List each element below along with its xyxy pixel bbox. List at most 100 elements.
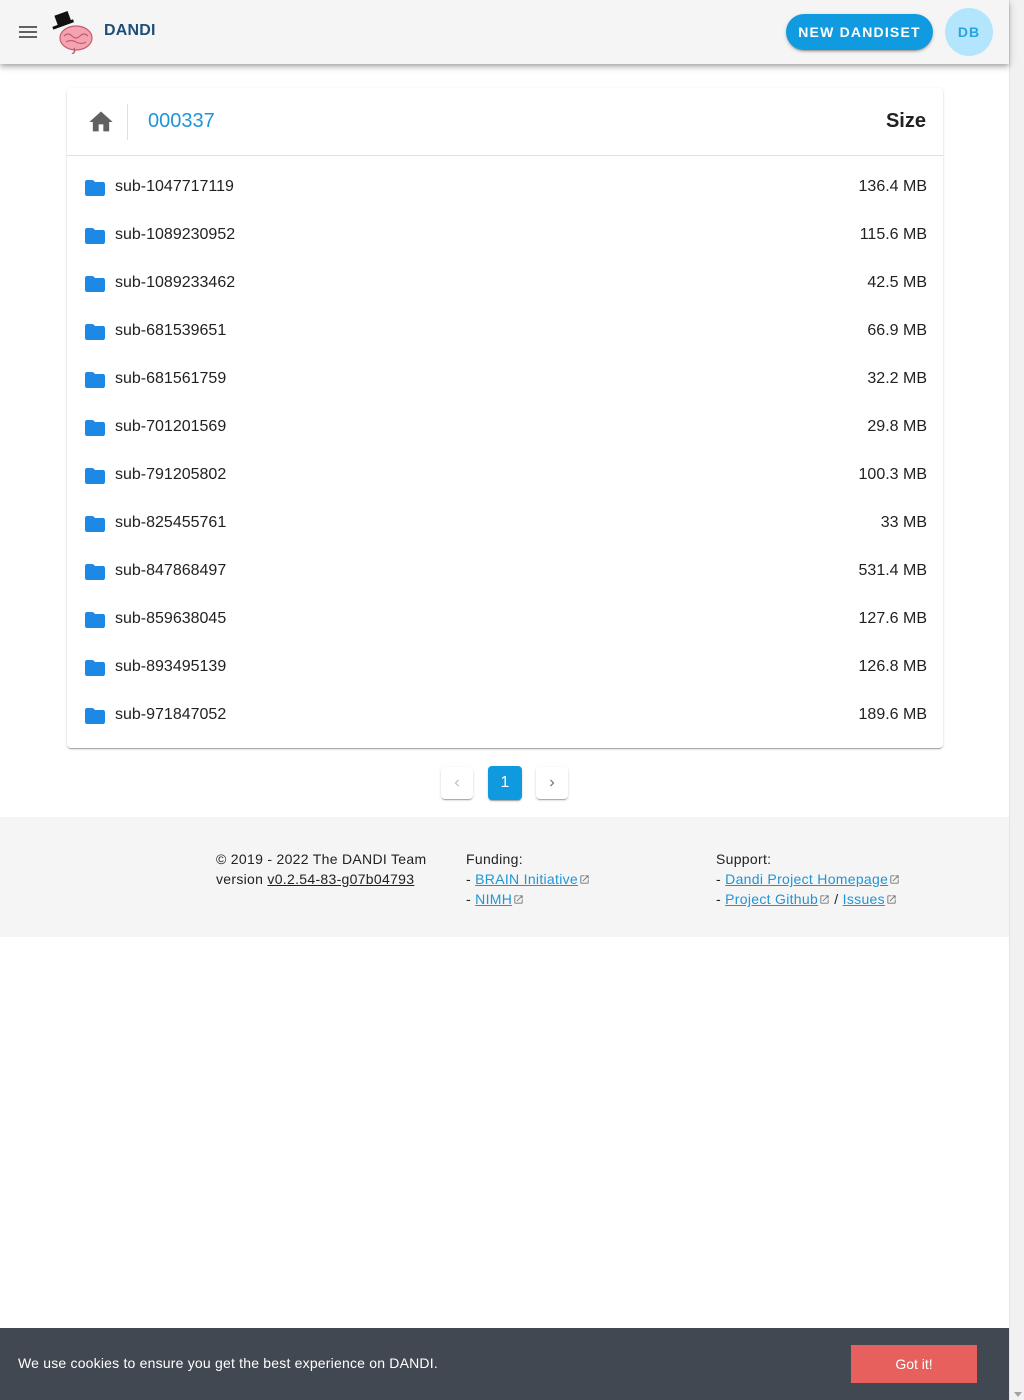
folder-row[interactable]: sub-701201569 29.8 MB [67,404,943,452]
folder-icon [85,708,105,724]
footer-funding-column: Funding: - BRAIN Initiative - NIMH [466,849,590,909]
home-icon[interactable] [87,108,115,136]
folder-icon [85,228,105,244]
folder-icon [85,276,105,292]
folder-icon [85,372,105,388]
folder-name: sub-681561759 [115,370,227,387]
footer: © 2019 - 2022 The DANDI Team version v0.… [0,817,1009,937]
next-page-button[interactable] [536,767,568,799]
header-divider [127,104,128,140]
folder-icon [85,564,105,580]
folder-size: 32.2 MB [867,370,927,387]
chevron-right-icon [550,779,555,787]
issues-link[interactable]: Issues [843,891,885,907]
folder-row[interactable]: sub-1089230952 115.6 MB [67,212,943,260]
folder-size: 29.8 MB [867,418,927,435]
list-dash: - [716,871,726,887]
version-line: version v0.2.54-83-g07b04793 [216,869,426,889]
folder-size: 126.8 MB [858,658,927,675]
support-item: - Dandi Project Homepage [716,869,900,889]
folder-icon [85,516,105,532]
page: DANDI NEW DANDISET DB 000337 Size sub-10… [0,0,1009,1400]
folder-row[interactable]: sub-791205802 100.3 MB [67,452,943,500]
folder-size: 66.9 MB [867,322,927,339]
cookie-accept-button[interactable]: Got it! [851,1345,977,1383]
chevron-left-icon [454,779,459,787]
previous-page-button[interactable] [441,767,473,799]
app-bar: DANDI NEW DANDISET DB [0,0,1009,64]
page-button-current[interactable]: 1 [488,766,522,800]
link-separator: / [830,891,843,907]
folder-name: sub-1089230952 [115,226,236,243]
folder-size: 531.4 MB [858,562,927,579]
folder-row[interactable]: sub-893495139 126.8 MB [67,644,943,692]
folder-name: sub-701201569 [115,418,227,435]
dandi-logo-icon[interactable] [52,10,96,54]
version-prefix: version [216,871,268,887]
nimh-link[interactable]: NIMH [475,891,512,907]
folder-name: sub-847868497 [115,562,227,579]
funding-label: Funding: [466,851,523,867]
folder-row[interactable]: sub-847868497 531.4 MB [67,548,943,596]
folder-name: sub-1089233462 [115,274,236,291]
folder-icon [85,324,105,340]
folder-row[interactable]: sub-1089233462 42.5 MB [67,260,943,308]
vertical-scrollbar[interactable] [1009,0,1024,1400]
support-item: - Project Github / Issues [716,889,900,909]
size-column-header: Size [885,110,926,132]
scroll-down-arrow-icon[interactable] [1014,1392,1022,1397]
funding-item: - NIMH [466,889,590,909]
copyright-text: © 2019 - 2022 The DANDI Team [216,851,427,867]
list-dash: - [466,891,476,907]
external-link-icon [580,875,589,884]
folder-row[interactable]: sub-825455761 33 MB [67,500,943,548]
footer-copyright-column: © 2019 - 2022 The DANDI Team version v0.… [216,849,426,889]
list-dash: - [716,891,726,907]
folder-icon [85,420,105,436]
list-dash: - [466,871,476,887]
external-link-icon [820,895,829,904]
funding-item: - BRAIN Initiative [466,869,590,889]
folder-row[interactable]: sub-859638045 127.6 MB [67,596,943,644]
folder-icon [85,660,105,676]
folder-name: sub-791205802 [115,466,227,483]
folder-size: 189.6 MB [858,706,927,723]
file-browser-header: 000337 Size [67,88,943,156]
folder-icon [85,612,105,628]
folder-row[interactable]: sub-681539651 66.9 MB [67,308,943,356]
folder-size: 33 MB [880,514,927,531]
footer-support-column: Support: - Dandi Project Homepage - Proj… [716,849,900,909]
folder-name: sub-859638045 [115,610,227,627]
brand-name[interactable]: DANDI [104,22,156,40]
folder-row[interactable]: sub-681561759 32.2 MB [67,356,943,404]
folder-row[interactable]: sub-1047717119 136.4 MB [67,164,943,212]
folder-name: sub-825455761 [115,514,227,531]
folder-size: 100.3 MB [858,466,927,483]
dandi-homepage-link[interactable]: Dandi Project Homepage [725,871,888,887]
cookie-message: We use cookies to ensure you get the bes… [18,1355,438,1371]
external-link-icon [887,895,896,904]
folder-icon [85,468,105,484]
file-list: sub-1047717119 136.4 MB sub-1089230952 1… [67,164,943,740]
brain-initiative-link[interactable]: BRAIN Initiative [475,871,578,887]
folder-name: sub-1047717119 [115,178,234,195]
folder-row[interactable]: sub-971847052 189.6 MB [67,692,943,740]
folder-icon [85,180,105,196]
folder-size: 136.4 MB [858,178,927,195]
project-github-link[interactable]: Project Github [725,891,818,907]
folder-name: sub-681539651 [115,322,227,339]
menu-button[interactable] [10,14,46,50]
hamburger-menu-icon [19,26,37,38]
folder-name: sub-971847052 [115,706,227,723]
new-dandiset-button[interactable]: NEW DANDISET [786,14,933,50]
folder-name: sub-893495139 [115,658,227,675]
breadcrumb-dandiset[interactable]: 000337 [148,110,215,133]
folder-size: 42.5 MB [867,274,927,291]
file-browser-card: 000337 Size sub-1047717119 136.4 MB sub-… [67,88,943,748]
folder-size: 115.6 MB [859,226,927,243]
user-avatar[interactable]: DB [945,8,993,56]
support-label: Support: [716,851,772,867]
external-link-icon [890,875,899,884]
folder-size: 127.6 MB [858,610,927,627]
version-link[interactable]: v0.2.54-83-g07b04793 [267,871,414,887]
